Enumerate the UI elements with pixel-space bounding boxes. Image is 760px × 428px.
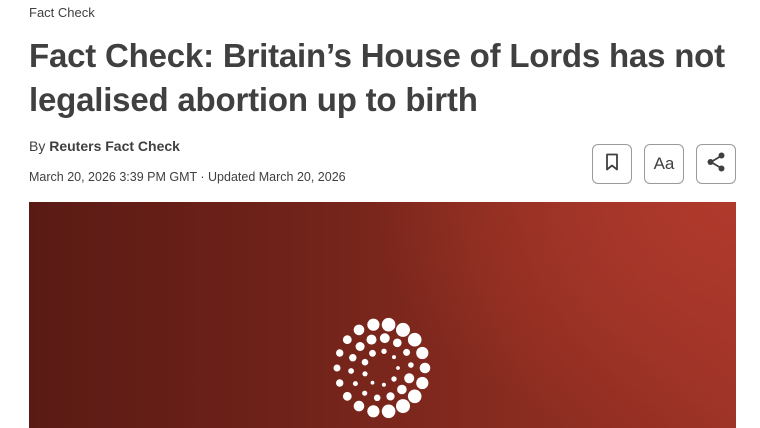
- logo-dot: [369, 349, 376, 357]
- logo-dot: [386, 392, 395, 401]
- logo-dot: [416, 346, 429, 360]
- article-actions: Aa: [592, 144, 736, 184]
- logo-dot: [416, 376, 429, 390]
- logo-dot: [419, 362, 431, 374]
- hero-image: [29, 202, 736, 428]
- logo-dot: [381, 317, 396, 332]
- logo-dot: [403, 348, 411, 356]
- logo-dot: [396, 399, 410, 414]
- logo-dot: [396, 366, 400, 370]
- logo-dot: [353, 324, 365, 336]
- logo-dot: [355, 342, 365, 351]
- logo-dot: [362, 390, 368, 396]
- logo-dot: [381, 404, 396, 419]
- logo-dot: [366, 334, 377, 345]
- logo-dot: [367, 405, 380, 418]
- reuters-dot-ring-logo: [333, 317, 431, 419]
- logo-dot: [373, 394, 381, 402]
- bookmark-button[interactable]: [592, 144, 632, 184]
- byline-prefix: By: [29, 138, 50, 154]
- logo-dot: [407, 332, 422, 347]
- logo-dot: [342, 335, 352, 345]
- text-size-button[interactable]: Aa: [644, 144, 684, 184]
- logo-dot: [408, 362, 414, 368]
- byline: By Reuters Fact Check: [29, 138, 180, 154]
- logo-dot: [342, 391, 352, 401]
- logo-dot: [333, 364, 341, 372]
- logo-dot: [392, 355, 396, 360]
- logo-dot: [397, 384, 407, 395]
- article-headline: Fact Check: Britain’s House of Lords has…: [29, 37, 725, 118]
- share-icon: [705, 151, 727, 178]
- logo-dot: [381, 348, 387, 354]
- share-button[interactable]: [696, 144, 736, 184]
- logo-dot: [336, 379, 344, 387]
- logo-dot: [367, 318, 380, 331]
- article-page: Fact Check Fact Check: Britain’s House o…: [0, 0, 760, 428]
- logo-dot: [407, 389, 422, 404]
- logo-dot: [349, 354, 357, 362]
- logo-dot: [381, 382, 386, 387]
- logo-dot: [353, 400, 365, 412]
- logo-dot: [396, 322, 410, 337]
- text-size-label: Aa: [653, 154, 675, 173]
- logo-dot: [336, 349, 344, 357]
- author-link[interactable]: Reuters Fact Check: [49, 138, 180, 154]
- logo-dot: [404, 373, 415, 384]
- logo-dot: [391, 376, 397, 382]
- logo-dot: [393, 338, 402, 348]
- logo-dot: [361, 358, 369, 366]
- logo-dot: [348, 368, 354, 374]
- bookmark-icon: [605, 153, 619, 176]
- logo-dot: [362, 371, 368, 377]
- dateline: March 20, 2026 3:39 PM GMT · Updated Mar…: [29, 170, 346, 184]
- logo-dot: [379, 333, 390, 344]
- section-kicker-link[interactable]: Fact Check: [29, 5, 95, 21]
- logo-dot: [352, 381, 358, 387]
- logo-dot: [370, 380, 375, 385]
